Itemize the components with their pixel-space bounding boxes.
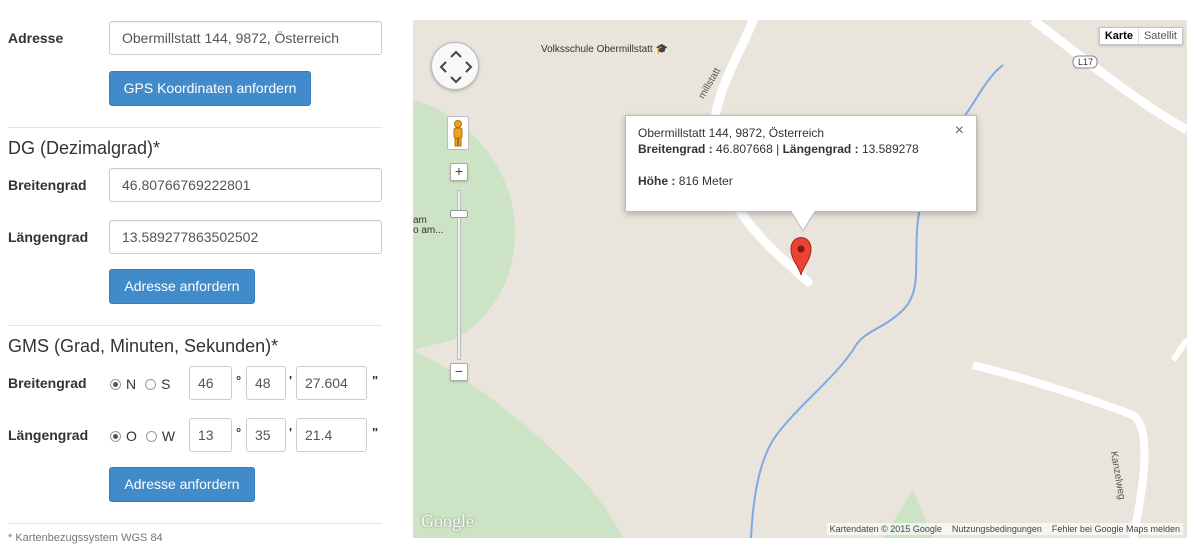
info-coordinates: Breitengrad : 46.807668 | Längengrad : 1… (638, 142, 919, 156)
gms-lat-sec-input[interactable]: 27.604 (296, 366, 367, 400)
pegman-icon[interactable] (447, 116, 469, 150)
divider (8, 325, 382, 326)
zoom-in-button[interactable]: + (450, 163, 468, 181)
cut-label-2: o am... (413, 225, 444, 236)
dg-lng-label: Längengrad (8, 229, 89, 245)
school-label: Volksschule Obermillstatt 🎓 (541, 44, 668, 55)
gms-lng-sec-input[interactable]: 21.4 (296, 418, 367, 452)
deg-unit: ° (236, 373, 242, 388)
dg-lat-label: Breitengrad (8, 177, 87, 193)
radio-east[interactable] (110, 430, 121, 442)
dg-lng-input[interactable]: 13.589277863502502 (109, 220, 382, 254)
zoom-slider-handle[interactable] (450, 210, 468, 218)
terms-link[interactable]: Nutzungsbedingungen (952, 524, 1042, 534)
map-type-satellit[interactable]: Satellit (1139, 28, 1182, 44)
gms-lat-deg-input[interactable]: 46 (189, 366, 232, 400)
pan-arrows-icon (439, 50, 473, 84)
radio-south[interactable] (145, 378, 157, 390)
radio-west[interactable] (145, 430, 157, 442)
attribution-data: Kartendaten © 2015 Google (829, 524, 942, 534)
gms-lat-label: Breitengrad (8, 375, 87, 391)
radio-south-label: S (161, 376, 171, 392)
gms-section-title: GMS (Grad, Minuten, Sekunden)* (8, 336, 279, 356)
gms-lng-min-input[interactable]: 35 (246, 418, 286, 452)
gms-lng-deg-input[interactable]: 13 (189, 418, 232, 452)
map-marker-icon[interactable] (789, 236, 813, 276)
info-window: Obermillstatt 144, 9872, Österreich Brei… (625, 115, 977, 212)
radio-north[interactable] (110, 378, 121, 390)
google-logo[interactable]: Google (421, 511, 474, 532)
radio-north-label: N (126, 376, 137, 392)
request-gps-button[interactable]: GPS Koordinaten anfordern (109, 71, 311, 106)
gms-lng-label: Längengrad (8, 427, 89, 443)
info-height: Höhe : 816 Meter (638, 174, 733, 188)
dg-request-address-button[interactable]: Adresse anfordern (109, 269, 255, 304)
dg-section-title: DG (Dezimalgrad)* (8, 138, 161, 158)
address-label: Adresse (8, 30, 64, 46)
radio-west-label: W (161, 428, 176, 444)
close-icon[interactable]: × (955, 122, 964, 140)
gms-lng-hemisphere: O W (110, 428, 184, 444)
pan-control[interactable] (431, 42, 479, 90)
dg-lat-input[interactable]: 46.80766769222801 (109, 168, 382, 202)
street-view-icon (453, 120, 463, 147)
map-view[interactable]: Volksschule Obermillstatt 🎓 millstatt L1… (413, 20, 1187, 538)
footnote: * Kartenbezugssystem WGS 84 (8, 532, 163, 544)
divider (8, 127, 382, 128)
report-error-link[interactable]: Fehler bei Google Maps melden (1052, 524, 1180, 534)
gms-request-address-button[interactable]: Adresse anfordern (109, 467, 255, 502)
min-unit: ' (289, 373, 293, 388)
deg-unit: ° (236, 425, 242, 440)
road-badge-label: L17 (1078, 57, 1094, 67)
info-address: Obermillstatt 144, 9872, Österreich (638, 126, 825, 140)
map-attribution: Kartendaten © 2015 Google Nutzungsbeding… (826, 523, 1183, 535)
divider (8, 523, 382, 524)
zoom-out-button[interactable]: − (450, 363, 468, 381)
address-input[interactable]: Obermillstatt 144, 9872, Österreich (109, 21, 382, 55)
info-window-tail (791, 211, 815, 232)
gms-lat-min-input[interactable]: 48 (246, 366, 286, 400)
school-icon: 🎓 (655, 44, 668, 55)
gms-lat-hemisphere: N S (110, 376, 179, 392)
coordinate-form: Adresse Obermillstatt 144, 9872, Österre… (0, 0, 384, 557)
radio-east-label: O (126, 428, 137, 444)
map-type-karte[interactable]: Karte (1100, 28, 1139, 44)
sec-unit: " (372, 373, 379, 388)
map-type-control: Karte Satellit (1098, 27, 1183, 45)
map-tiles (413, 20, 1187, 538)
sec-unit: " (372, 425, 379, 440)
min-unit: ' (289, 425, 293, 440)
